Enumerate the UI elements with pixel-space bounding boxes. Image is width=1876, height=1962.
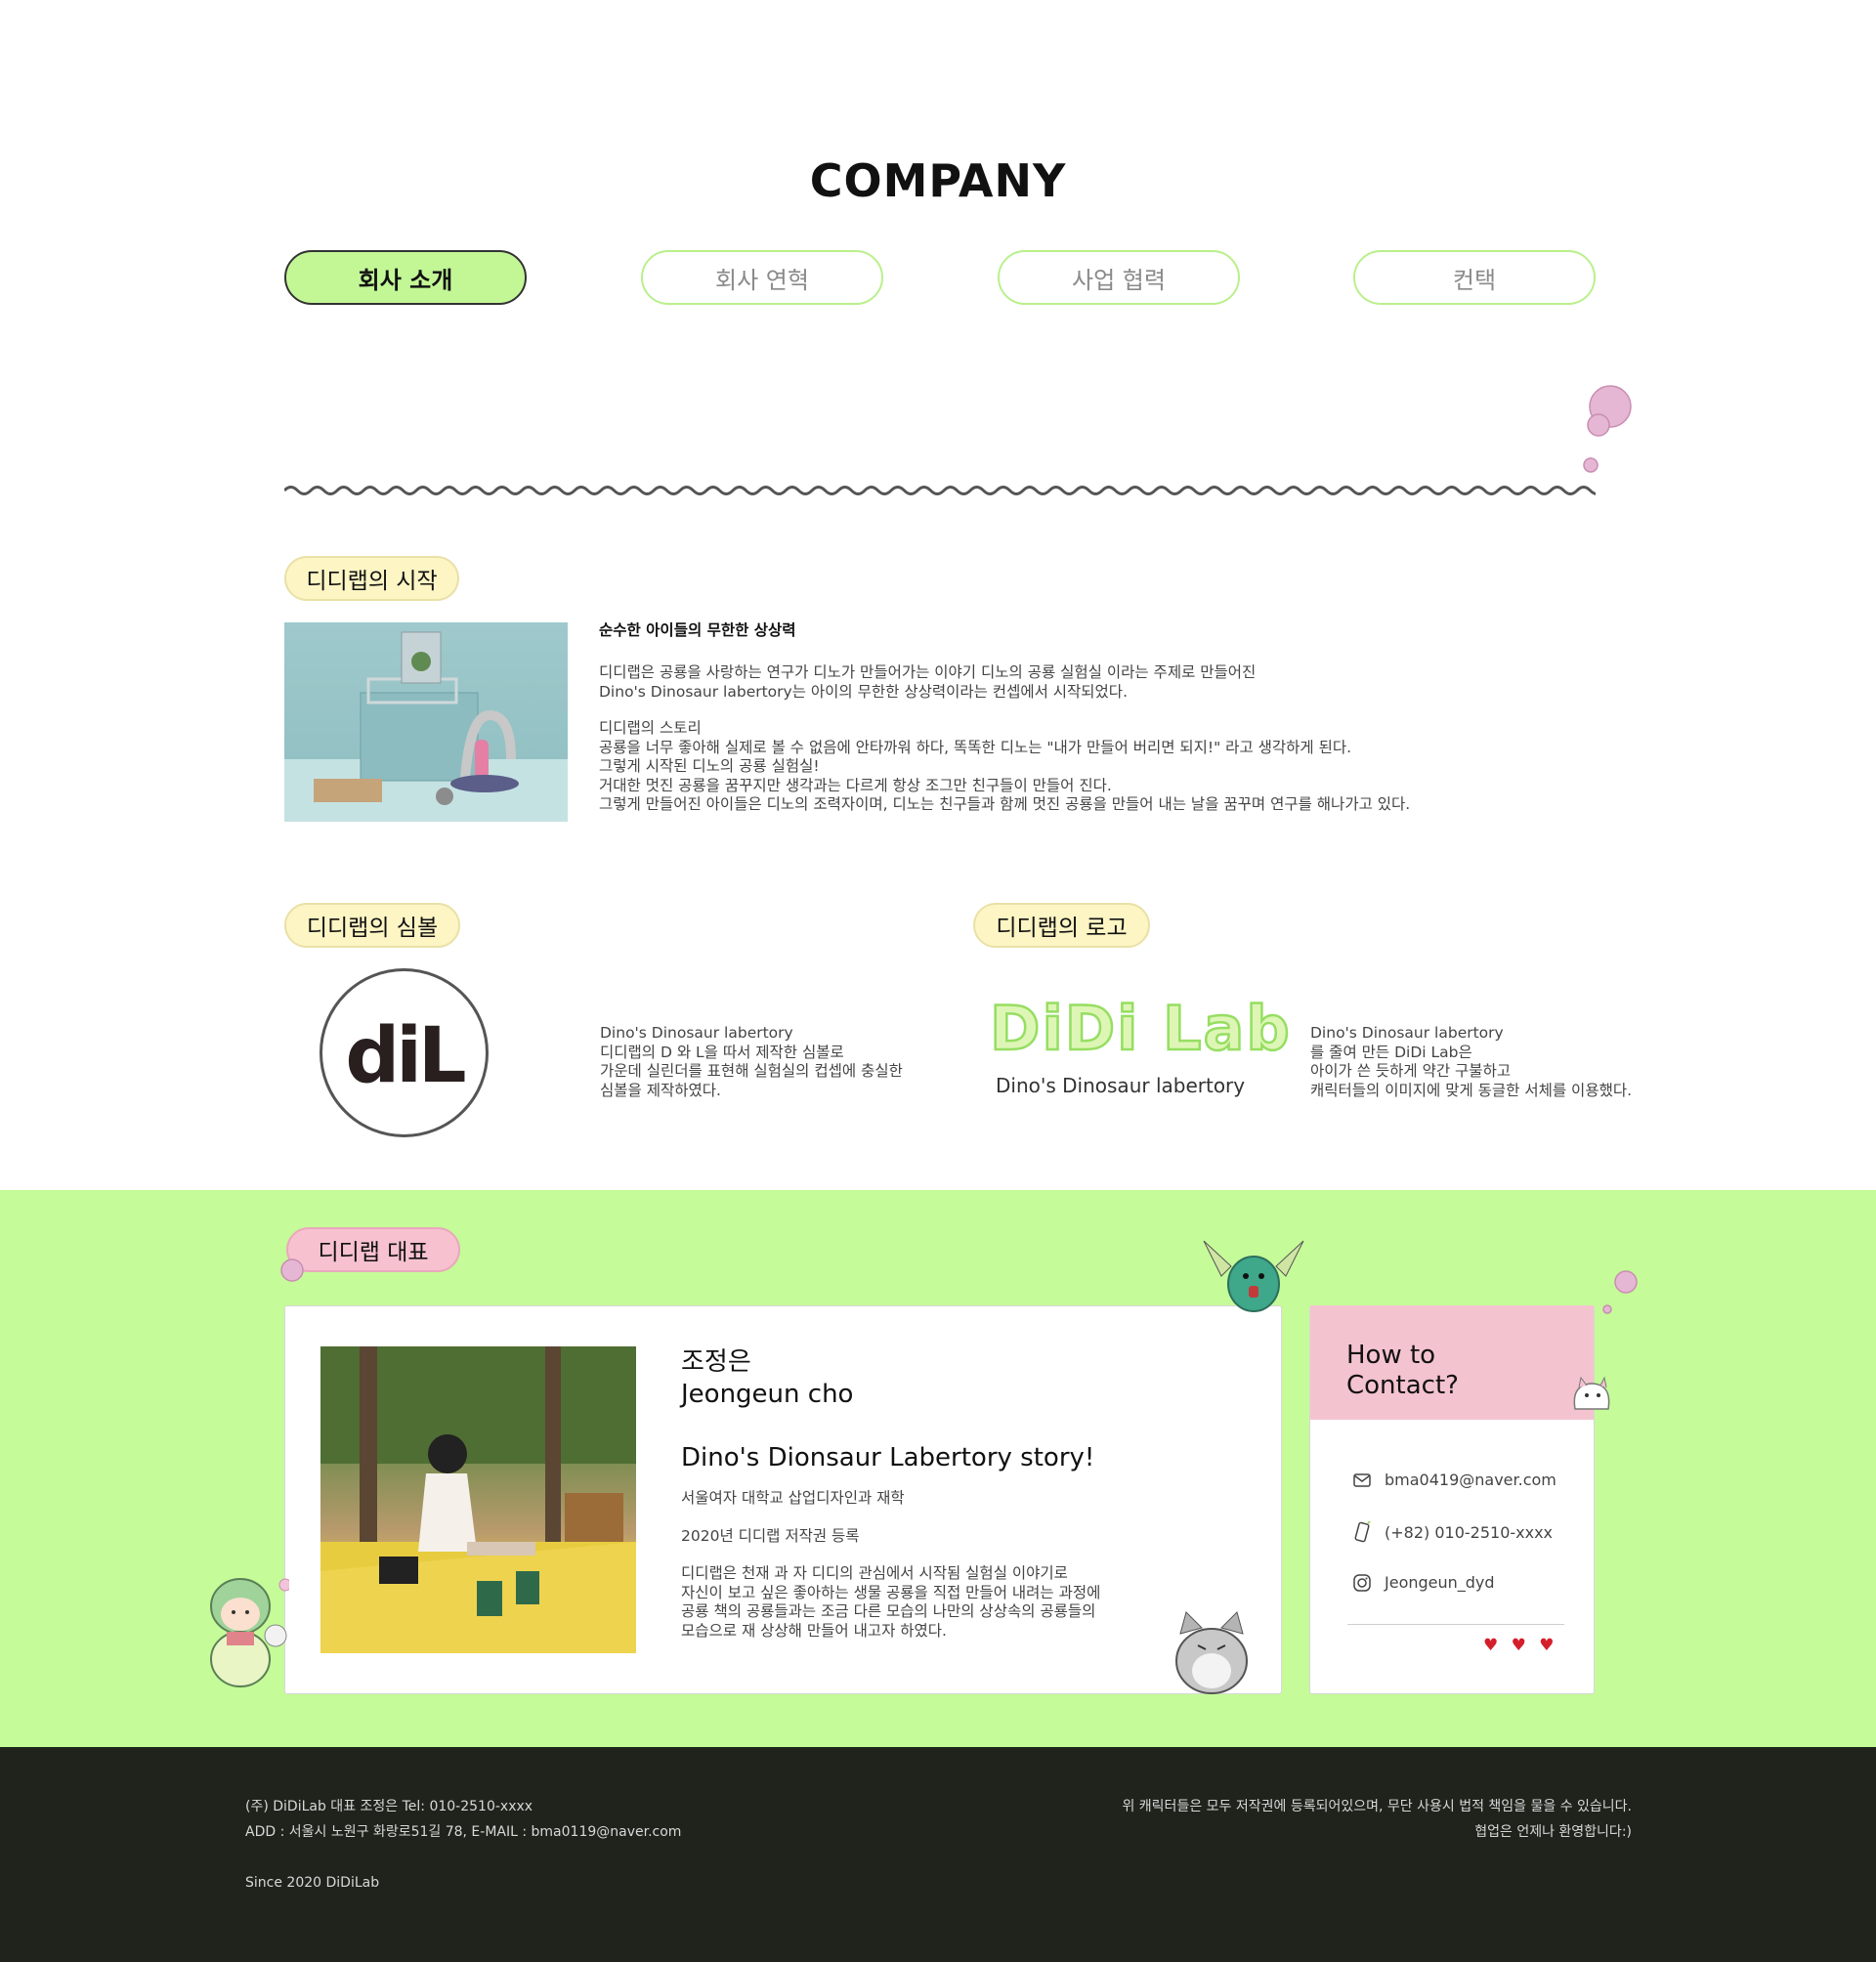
ghost-character-image — [1573, 1376, 1610, 1410]
contact-email-row[interactable]: bma0419@naver.com — [1353, 1471, 1556, 1489]
footer-address: ADD : 서울시 노원구 화랑로51길 78, E-MAIL : bma011… — [245, 1824, 682, 1840]
contact-email: bma0419@naver.com — [1385, 1471, 1556, 1489]
logo-description: Dino's Dinosaur labertory 를 줄여 만든 DiDi L… — [1310, 1024, 1633, 1099]
section-pill-ceo: 디디랩 대표 — [286, 1227, 460, 1272]
contact-phone-row[interactable]: (+82) 010-2510-xxxx — [1353, 1521, 1553, 1543]
start-paragraph-intro: 디디랩은 공룡을 사랑하는 연구가 디노가 만들어가는 이야기 디노의 공룡 실… — [599, 663, 1257, 701]
bubble-decoration-contact — [1602, 1270, 1638, 1314]
cat-character-image — [1175, 1611, 1248, 1694]
phone-icon — [1354, 1521, 1371, 1543]
ceo-story-title: Dino's Dionsaur Labertory story! — [681, 1443, 1095, 1472]
tab-company-history[interactable]: 회사 연혁 — [641, 250, 883, 305]
page-title: COMPANY — [809, 154, 1067, 207]
contact-divider — [1347, 1624, 1564, 1625]
tab-contact[interactable]: 컨택 — [1353, 250, 1596, 305]
mail-icon — [1353, 1472, 1371, 1487]
footer-since: Since 2020 DiDiLab — [245, 1875, 380, 1891]
contact-instagram-row[interactable]: Jeongeun_dyd — [1353, 1573, 1495, 1592]
tab-company-intro[interactable]: 회사 소개 — [284, 250, 527, 305]
ceo-description: 디디랩은 천재 과 자 디디의 관심에서 시작됨 실험실 이야기로 자신이 보고… — [681, 1564, 1101, 1640]
symbol-description: Dino's Dinosaur labertory 디디랩의 D 와 L을 따서… — [600, 1024, 903, 1099]
footer-collaboration-notice: 협업은 언제나 환영합니다:) — [1474, 1824, 1632, 1840]
tab-business-partnership[interactable]: 사업 협력 — [998, 250, 1240, 305]
bubble-decoration-small — [280, 1258, 304, 1282]
ceo-name-korean: 조정은 — [681, 1347, 751, 1377]
dragon-character-image — [1203, 1240, 1304, 1312]
wavy-divider — [284, 486, 1596, 495]
lab-illustration-image — [284, 622, 568, 822]
ceo-education: 서울여자 대학교 삽업디자인과 재학 — [681, 1489, 905, 1507]
contact-phone: (+82) 010-2510-xxxx — [1385, 1522, 1554, 1542]
logo-tagline: Dino's Dinosaur labertory — [996, 1074, 1246, 1097]
section-pill-symbol: 디디랩의 심볼 — [284, 903, 460, 948]
ceo-registration: 2020년 디디랩 저작권 등록 — [681, 1527, 860, 1545]
ceo-photo — [320, 1346, 636, 1653]
footer-copyright-notice: 위 캐릭터들은 모두 저작권에 등록되어있으며, 무단 사용시 법적 책임을 물… — [1122, 1799, 1632, 1814]
symbol-logo: diL — [320, 968, 489, 1137]
logo-wordmark: DiDi Lab — [989, 992, 1292, 1066]
contact-instagram: Jeongeun_dyd — [1385, 1573, 1495, 1592]
start-paragraph-story: 디디랩의 스토리 공룡을 너무 좋아해 실제로 볼 수 없음에 안타까워 하다,… — [599, 719, 1411, 813]
instagram-icon — [1353, 1573, 1371, 1592]
scientist-character-image — [210, 1578, 289, 1687]
ceo-name-english: Jeongeun cho — [681, 1380, 854, 1409]
footer — [0, 1747, 1876, 1962]
bubble-decoration — [1583, 385, 1632, 473]
start-headline: 순수한 아이들의 무한한 상상력 — [599, 621, 796, 639]
footer-company-info: (주) DiDiLab 대표 조정은 Tel: 010-2510-xxxx — [245, 1799, 533, 1814]
section-pill-logo: 디디랩의 로고 — [973, 903, 1150, 948]
section-pill-start: 디디랩의 시작 — [284, 556, 459, 601]
symbol-mark: diL — [345, 1011, 466, 1100]
hearts-decoration: ♥ ♥ ♥ — [1483, 1636, 1558, 1655]
contact-title: How to Contact? — [1346, 1341, 1459, 1400]
